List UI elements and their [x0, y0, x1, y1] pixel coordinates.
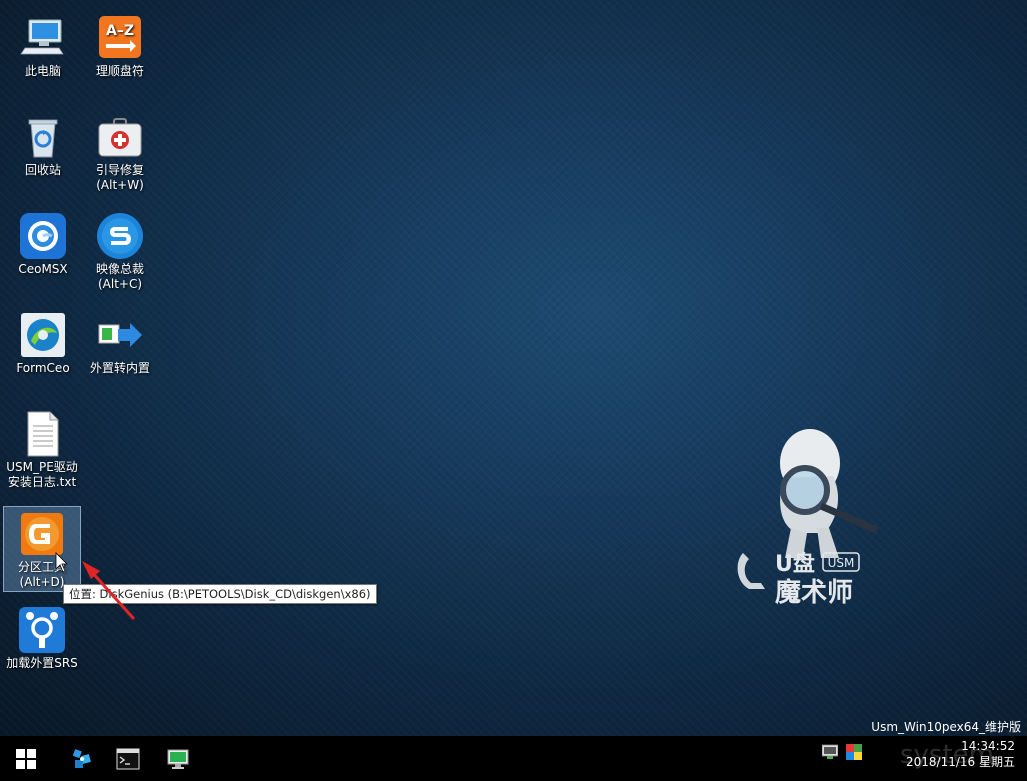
tray-icon-vm[interactable] — [821, 744, 839, 764]
desktop-icon-label: 理顺盘符 — [95, 64, 144, 78]
az-sort-icon: A–Z — [99, 16, 141, 58]
srs-firewire-icon — [19, 607, 65, 653]
desktop-icon-partition-tool[interactable]: 分区工具 (Alt+D) — [3, 506, 81, 592]
first-aid-kit-icon — [98, 118, 142, 157]
computer-icon — [20, 19, 64, 55]
desktop-icon-label: 此电脑 — [24, 64, 61, 78]
usm-mascot-logo: U盘 USM 魔术师 — [737, 429, 879, 608]
desktop: 此电脑 回收站 CeoMSX FormCeo USM_PE驱动 安装日志.txt… — [0, 0, 1027, 736]
start-button[interactable] — [4, 736, 48, 781]
vm-tray-icon — [821, 744, 839, 759]
az-glyph: A–Z — [106, 23, 134, 39]
clock-date: 2018/11/16 星期五 — [906, 755, 1015, 769]
formceo-icon — [21, 313, 65, 357]
desktop-icon-formceo[interactable]: FormCeo — [5, 311, 81, 376]
desktop-icon-load-srs[interactable]: 加载外置SRS — [3, 606, 81, 671]
taskbar-app-network-tool[interactable] — [60, 736, 104, 781]
pc-monitor-icon — [167, 749, 189, 769]
desktop-icon-label: 外置转内置 — [89, 361, 150, 375]
pe-version-label: Usm_Win10pex64_维护版 — [871, 720, 1021, 734]
desktop-icon-label: 映像总裁 (Alt+C) — [95, 262, 144, 291]
clock-time: 14:34:52 — [961, 739, 1015, 753]
desktop-icon-label: 加载外置SRS — [6, 656, 78, 670]
desktop-icon-label: FormCeo — [16, 361, 70, 375]
ext-to-int-arrow-icon — [98, 323, 142, 347]
mascot-text-magician: 魔术师 — [775, 578, 853, 608]
desktop-icon-sort-drive[interactable]: A–Z 理顺盘符 — [82, 14, 158, 79]
desktop-icon-label: 回收站 — [24, 163, 61, 177]
text-file-icon — [27, 411, 59, 457]
mascot-text-u-disk: U盘 — [775, 551, 815, 577]
desktop-icon-label: USM_PE驱动 安装日志.txt — [6, 460, 78, 489]
image-master-s-icon — [97, 213, 143, 259]
desktop-icon-ceomsx[interactable]: CeoMSX — [5, 212, 81, 277]
desktop-icon-label: 引导修复 (Alt+W) — [95, 163, 144, 192]
desktop-icon-this-pc[interactable]: 此电脑 — [5, 14, 81, 79]
desktop-icon-recycle-bin[interactable]: 回收站 — [5, 113, 81, 178]
ceomsx-gear-icon — [20, 213, 66, 259]
system-clock[interactable]: 14:34:52 2018/11/16 星期五 — [906, 738, 1015, 770]
diskgenius-icon — [21, 513, 63, 555]
desktop-icon-image-master[interactable]: 映像总裁 (Alt+C) — [82, 212, 158, 292]
display-color-icon — [846, 744, 862, 760]
desktop-icon-driver-log[interactable]: USM_PE驱动 安装日志.txt — [3, 410, 81, 490]
tray-icon-display[interactable] — [846, 744, 862, 764]
desktop-icon-label: CeoMSX — [18, 262, 68, 276]
windows-logo-icon — [16, 748, 36, 769]
taskbar: system 14:34:52 2018/11/16 星期五 — [0, 736, 1027, 781]
mascot-badge-usm: USM — [828, 556, 855, 570]
taskbar-app-cmd[interactable] — [106, 736, 150, 781]
taskbar-app-monitor[interactable] — [156, 736, 200, 781]
desktop-icon-ext-to-int[interactable]: 外置转内置 — [82, 311, 158, 376]
network-tool-icon — [72, 748, 91, 768]
icon-location-tooltip: 位置: DiskGenius (B:\PETOOLS\Disk_CD\diskg… — [63, 584, 377, 604]
recycle-bin-icon — [28, 119, 58, 158]
desktop-icon-boot-repair[interactable]: 引导修复 (Alt+W) — [82, 113, 158, 193]
cmd-console-icon — [116, 747, 140, 770]
